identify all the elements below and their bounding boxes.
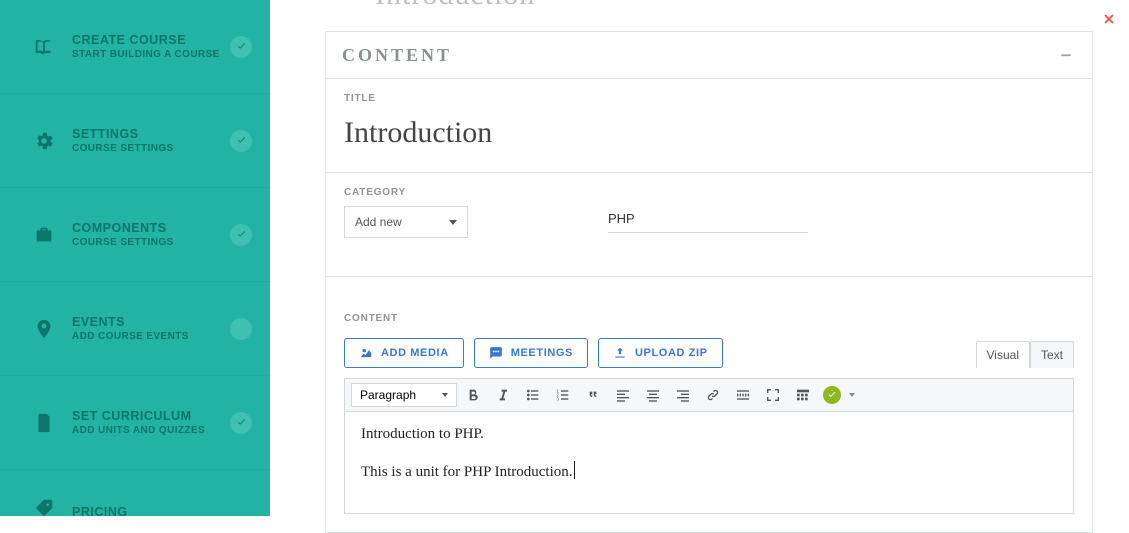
title-label: TITLE [344,93,1074,104]
editor-paragraph: This is a unit for PHP Introduction. [361,461,1057,481]
collapse-button[interactable] [1056,45,1076,65]
sidebar-item-create-course[interactable]: CREATE COURSE START BUILDING A COURSE [0,0,270,94]
insert-more-button[interactable] [729,382,757,408]
sidebar: CREATE COURSE START BUILDING A COURSE SE… [0,0,270,516]
format-select[interactable]: Paragraph [351,383,457,407]
btn-label: ADD MEDIA [381,347,449,359]
italic-button[interactable] [489,382,517,408]
align-right-button[interactable] [669,382,697,408]
background-heading: Introduction [375,0,535,12]
briefcase-icon [28,224,60,246]
sidebar-sub: ADD COURSE EVENTS [72,331,230,342]
sidebar-item-settings[interactable]: SETTINGS COURSE SETTINGS [0,94,270,188]
sidebar-title: CREATE COURSE [72,33,230,47]
book-icon [28,36,60,58]
sidebar-title: SETTINGS [72,127,230,141]
check-badge [230,224,252,246]
bullet-list-button[interactable] [519,382,547,408]
document-icon [28,412,60,434]
tab-text[interactable]: Text [1030,341,1074,368]
category-label: CATEGORY [344,187,1074,198]
sidebar-sub: ADD UNITS AND QUIZZES [72,425,230,436]
gear-icon [28,130,60,152]
title-input[interactable] [344,112,1074,154]
sidebar-title: EVENTS [72,315,230,329]
sidebar-item-events[interactable]: EVENTS ADD COURSE EVENTS [0,282,270,376]
format-select-value: Paragraph [360,388,416,402]
content-panel: CONTENT TITLE CATEGORY Add new PHP CONTE… [325,31,1093,533]
sidebar-title: COMPONENTS [72,221,230,235]
check-badge [230,412,252,434]
btn-label: MEETINGS [511,347,573,359]
align-left-button[interactable] [609,382,637,408]
align-center-button[interactable] [639,382,667,408]
numbered-list-button[interactable]: 123 [549,382,577,408]
tab-visual[interactable]: Visual [976,341,1030,368]
sidebar-item-pricing[interactable]: PRICING [0,470,270,520]
upload-icon [613,346,627,360]
chat-icon [489,346,503,360]
fullscreen-button[interactable] [759,382,787,408]
toolbar-toggle-button[interactable] [789,382,817,408]
media-icon [359,346,373,360]
category-value[interactable]: PHP [608,211,808,233]
sidebar-sub: COURSE SETTINGS [72,143,230,154]
check-circle-icon[interactable] [823,386,841,404]
panel-title: CONTENT [342,45,1056,66]
panel-header: CONTENT [326,32,1092,79]
check-badge [230,36,252,58]
upload-zip-button[interactable]: UPLOAD ZIP [598,338,723,368]
editor-body[interactable]: Introduction to PHP. This is a unit for … [344,412,1074,514]
sidebar-title: SET CURRICULUM [72,409,230,423]
pin-icon [28,318,60,340]
main-content: Introduction CONTENT TITLE CATEGORY Add … [325,0,1095,516]
chevron-down-icon [442,393,448,397]
category-select-value: Add new [355,215,402,229]
editor-toolbar: Paragraph 123 [344,378,1074,412]
content-section: CONTENT ADD MEDIA MEETINGS [326,299,1092,532]
blockquote-button[interactable] [579,382,607,408]
category-section: CATEGORY Add new PHP [326,173,1092,277]
sidebar-item-components[interactable]: COMPONENTS COURSE SETTINGS [0,188,270,282]
category-select[interactable]: Add new [344,206,468,238]
add-media-button[interactable]: ADD MEDIA [344,338,464,368]
chevron-down-icon[interactable] [849,393,855,397]
sidebar-sub: START BUILDING A COURSE [72,49,230,60]
editor-paragraph: Introduction to PHP. [361,426,1057,443]
svg-text:3: 3 [556,396,559,401]
check-badge [230,130,252,152]
link-button[interactable] [699,382,727,408]
dot-badge [230,318,252,340]
content-label: CONTENT [344,313,1074,324]
chevron-down-icon [449,220,457,225]
editor-tabs: Visual Text [976,341,1074,368]
bold-button[interactable] [459,382,487,408]
sidebar-title: PRICING [72,505,252,519]
meetings-button[interactable]: MEETINGS [474,338,588,368]
sidebar-item-set-curriculum[interactable]: SET CURRICULUM ADD UNITS AND QUIZZES [0,376,270,470]
title-section: TITLE [326,79,1092,173]
sidebar-sub: COURSE SETTINGS [72,237,230,248]
close-button[interactable] [1099,9,1119,29]
btn-label: UPLOAD ZIP [635,347,708,359]
